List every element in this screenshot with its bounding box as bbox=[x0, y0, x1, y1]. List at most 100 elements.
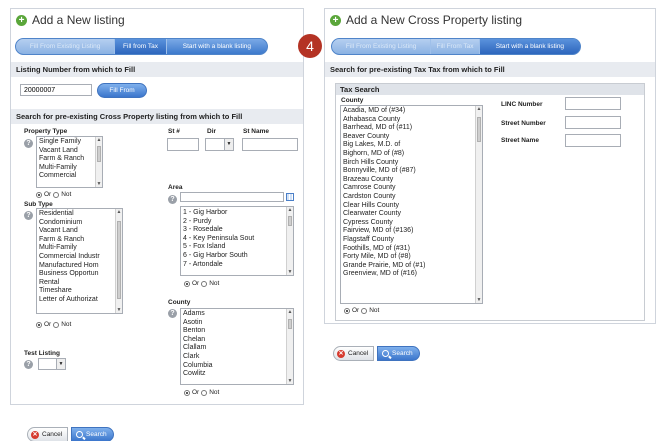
list-option[interactable]: 2 - Purdy bbox=[181, 218, 293, 227]
list-option[interactable]: 6 - Gig Harbor South bbox=[181, 252, 293, 261]
sub-type-listbox[interactable]: Residential Condominium Vacant Land Farm & … bbox=[36, 208, 123, 314]
list-option[interactable]: Chelan bbox=[181, 336, 293, 345]
list-option[interactable]: Benton bbox=[181, 327, 293, 336]
list-option[interactable]: Beaver County bbox=[341, 133, 482, 142]
list-option[interactable]: Clearwater County bbox=[341, 210, 482, 219]
list-option[interactable]: Greenview, MD of (#16) bbox=[341, 270, 482, 279]
list-option[interactable]: Farm & Ranch bbox=[37, 236, 122, 245]
list-option[interactable]: Clallam bbox=[181, 344, 293, 353]
list-option[interactable]: Vacant Land bbox=[37, 227, 122, 236]
listing-number-input[interactable] bbox=[20, 84, 92, 96]
test-listing-help-icon[interactable]: ? bbox=[24, 360, 33, 369]
sub-type-help-icon[interactable]: ? bbox=[24, 211, 33, 220]
linc-number-input[interactable] bbox=[565, 97, 621, 110]
list-option[interactable]: Acadia, MD of (#34) bbox=[341, 107, 482, 116]
or-radio[interactable] bbox=[36, 321, 42, 328]
fill-from-button[interactable]: Fill From bbox=[97, 83, 147, 98]
left-search-button[interactable]: Search bbox=[71, 427, 114, 441]
list-option[interactable]: Barrhead, MD of (#11) bbox=[341, 124, 482, 133]
fill-from-tax-button[interactable]: Fill from Tax bbox=[115, 39, 167, 54]
list-option[interactable]: Farm & Ranch bbox=[37, 155, 102, 164]
street-number-input[interactable] bbox=[565, 116, 621, 129]
list-option[interactable]: Letter of Authorizat bbox=[37, 296, 122, 305]
list-option[interactable]: 3 - Rosedale bbox=[181, 226, 293, 235]
list-option[interactable]: Big Lakes, M.D. of bbox=[341, 141, 482, 150]
list-option[interactable]: Bighorn, MD of (#8) bbox=[341, 150, 482, 159]
list-option[interactable]: Athabasca County bbox=[341, 116, 482, 125]
list-option[interactable]: Multi-Family bbox=[37, 164, 102, 173]
list-option[interactable]: Bonnyville, MD of (#87) bbox=[341, 167, 482, 176]
tax-county-label: County bbox=[341, 97, 364, 104]
list-option[interactable]: Camrose County bbox=[341, 184, 482, 193]
list-option[interactable]: Clark bbox=[181, 353, 293, 362]
area-help-icon[interactable]: ? bbox=[168, 195, 177, 204]
tax-search-bar: Search for pre-existing Tax Tax from whi… bbox=[325, 62, 655, 77]
list-option[interactable]: Brazeau County bbox=[341, 176, 482, 185]
fill-from-tax-button[interactable]: Fill From Tax bbox=[431, 39, 480, 54]
list-option[interactable]: Cypress County bbox=[341, 219, 482, 228]
list-option[interactable]: Foothills, MD of (#31) bbox=[341, 245, 482, 254]
list-option[interactable]: Columbia bbox=[181, 362, 293, 371]
county-listbox[interactable]: Adams Asotin Benton Chelan Clallam Clark Colum… bbox=[180, 308, 294, 385]
dir-dropdown[interactable]: ▼ bbox=[205, 138, 234, 151]
or-radio[interactable] bbox=[36, 191, 42, 198]
property-type-or-not[interactable]: Or Not bbox=[36, 191, 71, 198]
area-listbox[interactable]: 1 - Gig Harbor 2 - Purdy 3 - Rosedale 4 - K… bbox=[180, 206, 294, 276]
list-option[interactable]: Cowlitz bbox=[181, 370, 293, 379]
list-option[interactable]: 5 - Fox Island bbox=[181, 243, 293, 252]
property-type-help-icon[interactable]: ? bbox=[24, 139, 33, 148]
right-cancel-button[interactable]: ✕ Cancel bbox=[333, 346, 375, 361]
list-option[interactable]: Rental bbox=[37, 279, 122, 288]
start-blank-button[interactable]: Start with a blank listing bbox=[167, 39, 267, 54]
list-option[interactable]: Commercial bbox=[37, 172, 102, 181]
start-blank-button[interactable]: Start with a blank listing bbox=[479, 39, 580, 54]
fill-from-existing-button[interactable]: Fill From Existing Listing bbox=[332, 39, 432, 54]
st-name-input[interactable] bbox=[242, 138, 298, 151]
list-option[interactable]: 4 - Key Peninsula Sout bbox=[181, 235, 293, 244]
property-type-listbox[interactable]: Single Family Vacant Land Farm & Ranch Mult… bbox=[36, 136, 103, 188]
test-listing-dropdown[interactable]: ▼ bbox=[38, 358, 66, 370]
not-radio[interactable] bbox=[53, 321, 60, 328]
street-name-input[interactable] bbox=[565, 134, 621, 147]
sub-type-or-not[interactable]: Or Not bbox=[36, 321, 71, 328]
list-option[interactable]: 7 - Artondale bbox=[181, 261, 293, 270]
not-radio[interactable] bbox=[201, 389, 208, 396]
or-radio[interactable] bbox=[184, 389, 190, 396]
list-option[interactable]: Clear Hills County bbox=[341, 202, 482, 211]
list-option[interactable]: Manufactured Hom bbox=[37, 262, 122, 271]
county-or-not[interactable]: Or Not bbox=[184, 389, 219, 396]
list-option[interactable]: Business Opportun bbox=[37, 270, 122, 279]
left-cancel-button[interactable]: ✕ Cancel bbox=[27, 427, 69, 441]
area-filter-input[interactable] bbox=[180, 192, 284, 202]
list-option[interactable]: Single Family bbox=[37, 138, 102, 147]
area-label: Area bbox=[168, 184, 183, 191]
list-option[interactable]: Grande Prairie, MD of (#1) bbox=[341, 262, 482, 271]
or-radio[interactable] bbox=[184, 280, 190, 287]
list-option[interactable]: 1 - Gig Harbor bbox=[181, 209, 293, 218]
list-option[interactable]: Forty Mile, MD of (#8) bbox=[341, 253, 482, 262]
list-option[interactable]: Flagstaff County bbox=[341, 236, 482, 245]
calendar-grid-icon[interactable] bbox=[286, 193, 294, 201]
tax-county-or-not[interactable]: Or Not bbox=[344, 307, 379, 314]
county-help-icon[interactable]: ? bbox=[168, 309, 177, 318]
list-option[interactable]: Commercial Industr bbox=[37, 253, 122, 262]
st-num-input[interactable] bbox=[167, 138, 199, 151]
not-radio[interactable] bbox=[361, 307, 368, 314]
list-option[interactable]: Adams bbox=[181, 310, 293, 319]
not-radio[interactable] bbox=[53, 191, 60, 198]
or-radio[interactable] bbox=[344, 307, 350, 314]
list-option[interactable]: Birch Hills County bbox=[341, 159, 482, 168]
list-option[interactable]: Vacant Land bbox=[37, 147, 102, 156]
not-radio[interactable] bbox=[201, 280, 208, 287]
right-search-button[interactable]: Search bbox=[377, 346, 420, 361]
list-option[interactable]: Multi-Family bbox=[37, 244, 122, 253]
area-or-not[interactable]: Or Not bbox=[184, 280, 219, 287]
list-option[interactable]: Fairview, MD of (#136) bbox=[341, 227, 482, 236]
tax-county-listbox[interactable]: Acadia, MD of (#34) Athabasca County Barrh… bbox=[340, 105, 483, 304]
list-option[interactable]: Cardston County bbox=[341, 193, 482, 202]
list-option[interactable]: Asotin bbox=[181, 319, 293, 328]
list-option[interactable]: Condominium bbox=[37, 219, 122, 228]
list-option[interactable]: Residential bbox=[37, 210, 122, 219]
list-option[interactable]: Timeshare bbox=[37, 287, 122, 296]
fill-from-existing-button[interactable]: Fill From Existing Listing bbox=[16, 39, 116, 54]
